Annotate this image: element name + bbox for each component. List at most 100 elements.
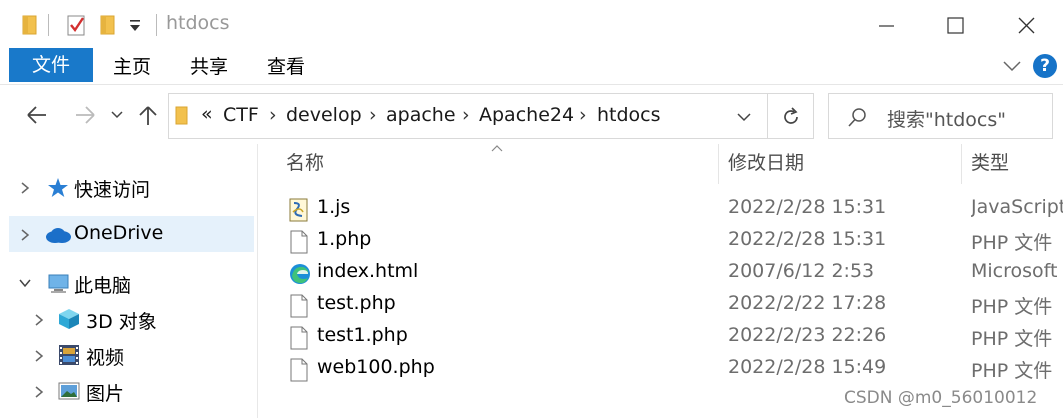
sidebar-item-onedrive[interactable]: OneDrive xyxy=(9,216,254,252)
window-title: htdocs xyxy=(166,12,230,34)
tab-share[interactable]: 共享 xyxy=(190,48,228,82)
customize-toolbar-icon[interactable] xyxy=(128,18,142,34)
forward-arrow-icon[interactable] xyxy=(72,103,98,127)
column-header-date[interactable]: 修改日期 xyxy=(728,148,804,184)
file-row[interactable]: test.php 2022/2/22 17:28 PHP 文件 xyxy=(286,290,1063,322)
back-arrow-icon[interactable] xyxy=(24,103,50,127)
file-type: PHP 文件 xyxy=(971,232,1053,254)
search-input[interactable]: 搜索"htdocs" xyxy=(887,105,1006,132)
file-type: JavaScript xyxy=(971,196,1063,218)
sidebar-item-this-pc[interactable]: 此电脑 xyxy=(9,265,254,301)
address-folder-icon xyxy=(175,106,188,125)
tab-view[interactable]: 查看 xyxy=(267,48,305,82)
file-row[interactable]: 1.js 2022/2/28 15:31 JavaScript xyxy=(286,194,1063,226)
breadcrumb-separator-icon[interactable]: › xyxy=(462,104,470,126)
breadcrumb-overflow[interactable]: « xyxy=(201,103,213,125)
expand-chevron-icon[interactable] xyxy=(33,313,45,327)
file-row[interactable]: web100.php 2022/2/28 15:49 PHP 文件 xyxy=(286,354,1063,386)
file-row[interactable]: test1.php 2022/2/23 22:26 PHP 文件 xyxy=(286,322,1063,354)
up-arrow-icon[interactable] xyxy=(137,103,159,129)
tab-home[interactable]: 主页 xyxy=(113,48,151,82)
column-divider[interactable] xyxy=(961,144,962,184)
blank-file-icon xyxy=(290,294,308,318)
cube-icon xyxy=(59,309,79,329)
new-folder-icon[interactable] xyxy=(100,14,116,36)
properties-icon[interactable] xyxy=(66,13,88,37)
sidebar-item-pictures[interactable]: 图片 xyxy=(9,373,254,409)
file-name: test1.php xyxy=(317,324,408,346)
file-row[interactable]: index.html 2007/6/12 2:53 Microsoft E xyxy=(286,258,1063,290)
expand-chevron-icon[interactable] xyxy=(19,181,31,195)
computer-icon xyxy=(48,274,69,293)
file-type: Microsoft E xyxy=(971,260,1063,282)
help-button[interactable]: ? xyxy=(1033,54,1057,78)
sidebar-item-label: 3D 对象 xyxy=(86,311,157,333)
file-row[interactable]: 1.php 2022/2/28 15:31 PHP 文件 xyxy=(286,226,1063,258)
sidebar-item-label: 视频 xyxy=(86,347,125,369)
file-name: web100.php xyxy=(317,356,435,378)
breadcrumb-apache24[interactable]: Apache24 xyxy=(479,104,574,126)
search-box[interactable]: 搜索"htdocs" xyxy=(828,93,1053,139)
blank-file-icon xyxy=(290,326,308,350)
breadcrumb-ctf[interactable]: CTF xyxy=(223,104,259,126)
picture-icon xyxy=(58,382,80,400)
address-history-chevron-icon[interactable] xyxy=(735,111,753,123)
recent-locations-chevron-icon[interactable] xyxy=(110,109,124,121)
breadcrumb-htdocs[interactable]: htdocs xyxy=(597,104,661,126)
address-bar[interactable]: « CTF › develop › apache › Apache24 › ht… xyxy=(168,93,768,139)
ribbon-tabs: 文件 主页 共享 查看 ? xyxy=(0,48,1063,84)
sidebar-item-label: 快速访问 xyxy=(74,179,151,201)
breadcrumb-separator-icon[interactable]: › xyxy=(269,104,277,126)
file-name: 1.js xyxy=(317,196,351,218)
file-date: 2022/2/23 22:26 xyxy=(728,324,887,346)
file-type: PHP 文件 xyxy=(971,296,1053,318)
sidebar-item-label: OneDrive xyxy=(74,222,164,244)
sidebar-item-label: 图片 xyxy=(86,383,125,405)
file-date: 2022/2/22 17:28 xyxy=(728,292,887,314)
breadcrumb-separator-icon[interactable]: › xyxy=(579,104,587,126)
sidebar-item-videos[interactable]: 视频 xyxy=(9,337,254,373)
expand-chevron-icon[interactable] xyxy=(19,228,31,242)
column-header-type[interactable]: 类型 xyxy=(971,148,1009,184)
cloud-icon xyxy=(46,228,71,243)
file-type: PHP 文件 xyxy=(971,328,1053,350)
star-icon xyxy=(48,178,68,197)
breadcrumb-develop[interactable]: develop xyxy=(286,104,362,126)
refresh-button[interactable] xyxy=(768,93,814,139)
breadcrumb-apache[interactable]: apache xyxy=(386,104,456,126)
refresh-icon xyxy=(784,107,798,124)
navigation-pane: 快速访问 OneDrive 此电脑 3D 对象 视频 图片 xyxy=(0,144,256,418)
file-date: 2022/2/28 15:31 xyxy=(728,228,887,250)
tab-file[interactable]: 文件 xyxy=(9,48,93,82)
file-date: 2007/6/12 2:53 xyxy=(728,260,875,282)
file-name: test.php xyxy=(317,292,396,314)
column-divider[interactable] xyxy=(718,144,719,184)
minimize-button[interactable] xyxy=(866,10,906,40)
blank-file-icon xyxy=(290,358,308,382)
expand-chevron-icon[interactable] xyxy=(33,349,45,363)
quick-access-separator xyxy=(48,14,49,36)
expand-chevron-icon[interactable] xyxy=(33,385,45,399)
watermark-text: CSDN @m0_56010012 xyxy=(844,388,1038,408)
sidebar-item-quick-access[interactable]: 快速访问 xyxy=(9,169,254,205)
column-header-name[interactable]: 名称 xyxy=(286,148,324,184)
folder-icon[interactable] xyxy=(22,14,38,36)
collapse-chevron-icon[interactable] xyxy=(18,277,32,289)
close-button[interactable] xyxy=(1006,10,1046,40)
film-icon xyxy=(59,345,79,365)
file-date: 2022/2/28 15:49 xyxy=(728,356,887,378)
maximize-button[interactable] xyxy=(936,10,976,40)
script-file-icon xyxy=(289,198,308,222)
navigation-pane-divider[interactable] xyxy=(257,144,258,418)
sidebar-item-label: 此电脑 xyxy=(74,275,132,297)
blank-file-icon xyxy=(290,230,308,254)
file-name: 1.php xyxy=(317,228,372,250)
expand-ribbon-chevron-icon[interactable] xyxy=(1002,58,1022,74)
edge-icon xyxy=(290,264,310,284)
title-separator xyxy=(156,14,157,36)
navigation-bar: « CTF › develop › apache › Apache24 › ht… xyxy=(0,84,1063,144)
file-date: 2022/2/28 15:31 xyxy=(728,196,887,218)
sort-ascending-icon xyxy=(491,145,503,152)
breadcrumb-separator-icon[interactable]: › xyxy=(369,104,377,126)
sidebar-item-3d-objects[interactable]: 3D 对象 xyxy=(9,301,254,337)
